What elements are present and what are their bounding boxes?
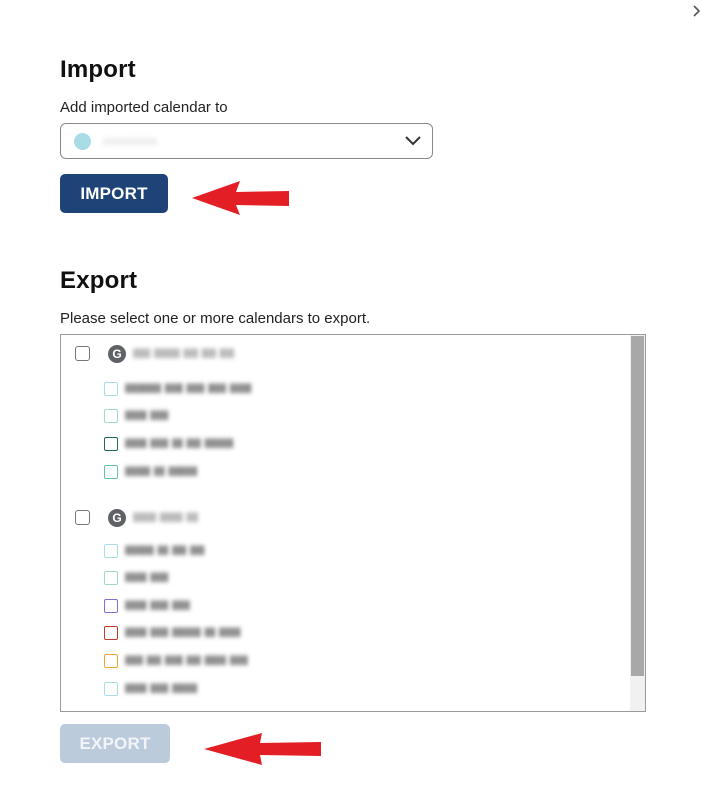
google-icon: G: [108, 345, 126, 363]
chevron-right-icon[interactable]: [690, 2, 702, 20]
calendar-name: llllll lllll lllllll: [125, 681, 198, 696]
import-field-label: Add imported calendar to: [60, 99, 228, 116]
calendar-name: llllll lllll: [125, 570, 169, 585]
calendar-name: llllllll lll llll llll: [125, 543, 205, 558]
calendar-name: llllll lllll: [125, 408, 169, 423]
calendar-checkbox[interactable]: [104, 599, 118, 613]
import-button[interactable]: IMPORT: [60, 174, 168, 213]
export-title: Export: [60, 267, 138, 294]
calendar-color-dot: [74, 133, 91, 150]
calendar-name: llllll lllll llllllll lll llllll: [125, 625, 241, 640]
calendar-checkbox[interactable]: [104, 409, 118, 423]
scrollbar-thumb[interactable]: [631, 336, 644, 676]
selected-calendar-value: ııııııııııııııı: [103, 133, 158, 148]
calendar-name: lllll llll lllll llll llllll lllll: [125, 653, 248, 668]
account-name: llllllll llllllll llll: [133, 510, 198, 525]
calendar-name: llllllllll lllll lllll lllll llllll: [125, 381, 252, 396]
account-checkbox[interactable]: [75, 346, 90, 361]
calendar-list[interactable]: G llllll lllllllll lllll lllll lllll lll…: [60, 334, 646, 712]
calendar-checkbox[interactable]: [104, 382, 118, 396]
account-name: llllll lllllllll lllll lllll lllll: [133, 346, 235, 361]
chevron-down-icon: [405, 136, 421, 146]
export-button[interactable]: EXPORT: [60, 724, 170, 763]
calendar-name: lllllll lll llllllll: [125, 464, 198, 479]
calendar-checkbox[interactable]: [104, 571, 118, 585]
calendar-select[interactable]: ııııııııııııııı: [60, 123, 433, 159]
calendar-name: llllll lllll lllll: [125, 598, 191, 613]
calendar-checkbox[interactable]: [104, 682, 118, 696]
red-arrow-icon: [192, 181, 289, 215]
calendar-checkbox[interactable]: [104, 544, 118, 558]
import-title: Import: [60, 56, 136, 83]
calendar-checkbox[interactable]: [104, 437, 118, 451]
google-icon: G: [108, 509, 126, 527]
export-instructions: Please select one or more calendars to e…: [60, 310, 371, 327]
red-arrow-icon: [204, 733, 321, 765]
account-checkbox[interactable]: [75, 510, 90, 525]
calendar-name: llllll lllll lll llll llllllll: [125, 436, 234, 451]
scrollbar[interactable]: [630, 335, 645, 711]
calendar-checkbox[interactable]: [104, 626, 118, 640]
calendar-checkbox[interactable]: [104, 654, 118, 668]
calendar-checkbox[interactable]: [104, 465, 118, 479]
